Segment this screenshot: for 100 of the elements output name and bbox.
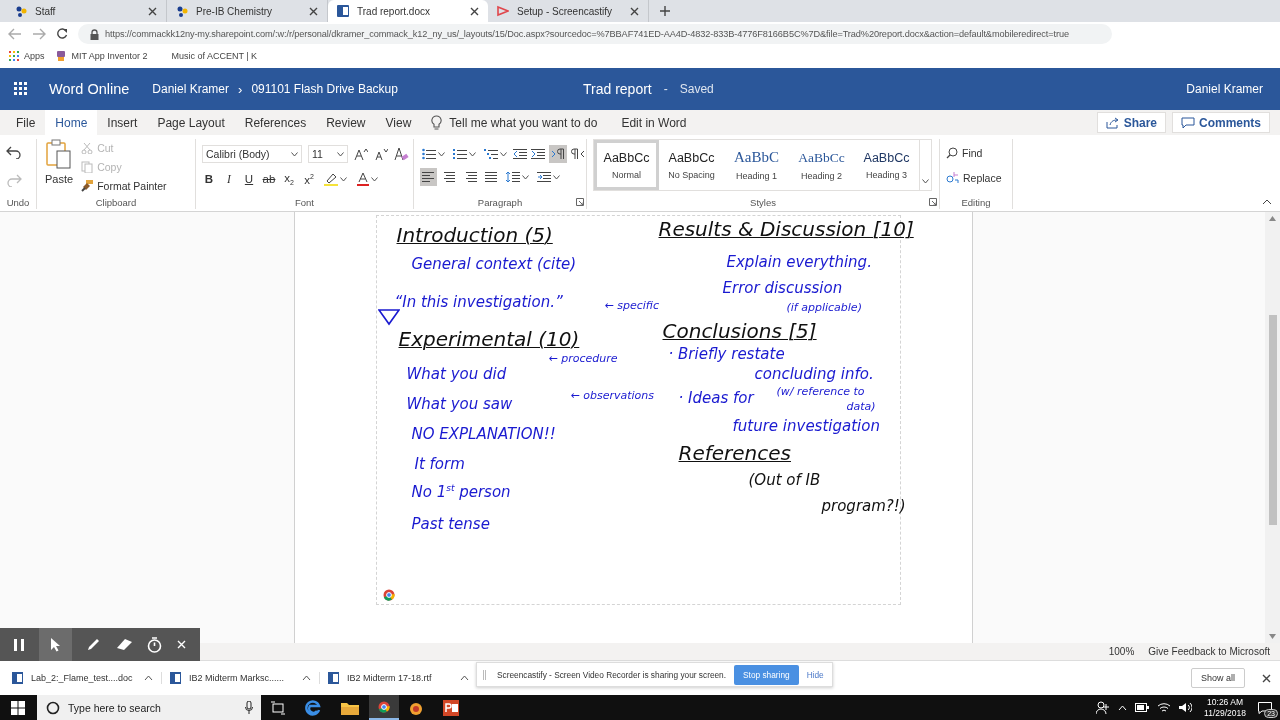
taskbar-search-field[interactable]: Type here to search: [37, 695, 261, 720]
undo-icon[interactable]: [6, 145, 22, 159]
caret-icon[interactable]: [553, 174, 560, 180]
clear-format-icon[interactable]: [394, 147, 409, 161]
ribbon-tab[interactable]: Home: [45, 110, 98, 135]
caret-icon[interactable]: [469, 151, 476, 157]
style-option[interactable]: AaBbCc No Spacing: [659, 140, 724, 190]
scroll-up-icon[interactable]: [1269, 216, 1276, 221]
close-icon[interactable]: [1261, 672, 1272, 684]
pause-icon[interactable]: [13, 637, 26, 652]
breadcrumb-link[interactable]: 091101 Flash Drive Backup: [251, 82, 398, 96]
style-option[interactable]: AaBbCc Heading 3: [854, 140, 919, 190]
pen-icon[interactable]: [86, 637, 102, 652]
font-color-button[interactable]: [355, 170, 380, 188]
windows-logo-icon[interactable]: [11, 700, 25, 715]
ribbon-tab[interactable]: Review: [316, 110, 376, 135]
caret-icon[interactable]: [922, 179, 929, 184]
italic-button[interactable]: I: [222, 171, 236, 187]
zoom-level[interactable]: 100%: [1108, 646, 1135, 657]
chrome-taskbar-button[interactable]: [369, 695, 399, 720]
edge-icon[interactable]: [305, 699, 321, 716]
dialog-launcher-icon[interactable]: [576, 198, 584, 206]
tell-me-field[interactable]: Tell me what you want to do: [421, 110, 612, 135]
battery-icon[interactable]: [1135, 703, 1150, 712]
browser-tab[interactable]: Staff: [6, 0, 167, 22]
chevron-up-icon[interactable]: [460, 675, 469, 681]
reload-icon[interactable]: [56, 28, 68, 40]
ribbon-tab[interactable]: References: [234, 110, 317, 135]
close-icon[interactable]: [469, 5, 480, 17]
share-button[interactable]: Share: [1096, 112, 1166, 133]
edit-in-word-tab[interactable]: Edit in Word: [611, 110, 697, 135]
grow-font-icon[interactable]: [354, 148, 368, 160]
align-left-button[interactable]: [420, 168, 437, 186]
shrink-font-icon[interactable]: [374, 148, 388, 160]
feedback-link[interactable]: Give Feedback to Microsoft: [1148, 646, 1270, 657]
underline-button[interactable]: U: [242, 171, 256, 187]
style-option[interactable]: AaBbCc Normal: [594, 140, 659, 190]
close-icon[interactable]: [175, 639, 187, 650]
people-icon[interactable]: [1096, 701, 1111, 714]
chevron-up-icon[interactable]: [302, 675, 311, 681]
dialog-launcher-icon[interactable]: [929, 198, 937, 206]
caret-icon[interactable]: [500, 151, 507, 157]
decrease-indent-icon[interactable]: [513, 148, 527, 160]
increase-indent-icon[interactable]: [531, 148, 545, 160]
wifi-icon[interactable]: [1157, 702, 1172, 713]
scroll-thumb[interactable]: [1268, 315, 1277, 525]
app-name[interactable]: Word Online: [49, 81, 130, 97]
caret-icon[interactable]: [291, 151, 298, 157]
subscript-button[interactable]: x$_{2}$: [282, 171, 296, 187]
style-option[interactable]: AaBbC Heading 1: [724, 140, 789, 190]
paste-button[interactable]: Paste: [43, 139, 76, 197]
caret-icon[interactable]: [438, 151, 445, 157]
close-icon[interactable]: [629, 5, 640, 17]
browser-tab[interactable]: Setup - Screencastify: [488, 0, 649, 22]
task-view-icon[interactable]: [271, 700, 285, 715]
font-size-dropdown[interactable]: 11: [308, 145, 348, 163]
eraser-icon[interactable]: [115, 638, 133, 651]
pointer-tool-button[interactable]: [39, 628, 73, 661]
app-launcher-icon[interactable]: [14, 82, 28, 96]
folder-icon[interactable]: [341, 700, 359, 715]
close-icon[interactable]: [147, 5, 158, 17]
download-item[interactable]: Lab_2:_Flame_test....doc: [12, 672, 162, 684]
caret-icon[interactable]: [340, 176, 347, 182]
show-all-button[interactable]: Show all: [1190, 668, 1245, 688]
breadcrumb-link[interactable]: Daniel Kramer: [152, 82, 230, 96]
download-item[interactable]: IB2 Midterm Marksc......: [170, 672, 320, 684]
user-name[interactable]: Daniel Kramer: [1186, 82, 1263, 96]
show-marks-button[interactable]: [549, 145, 567, 163]
browser-tab[interactable]: Trad report.docx: [328, 0, 488, 22]
volume-icon[interactable]: [1179, 702, 1193, 713]
new-tab-icon[interactable]: [659, 5, 671, 17]
style-option[interactable]: AaBbCc Heading 2: [789, 140, 854, 190]
clock[interactable]: 10:26 AM 11/29/2018: [1204, 697, 1246, 718]
scroll-down-icon[interactable]: [1269, 634, 1276, 639]
comments-button[interactable]: Comments: [1172, 112, 1270, 133]
scrollbar[interactable]: [1265, 212, 1280, 643]
superscript-button[interactable]: x$^{2}$: [302, 171, 316, 187]
replace-button[interactable]: Replace: [946, 169, 1002, 186]
caret-icon[interactable]: [371, 176, 378, 182]
find-button[interactable]: Find: [946, 144, 1002, 161]
ribbon-tab[interactable]: Page Layout: [147, 110, 235, 135]
ribbon-tab[interactable]: View: [375, 110, 422, 135]
document-title[interactable]: Trad report: [583, 81, 652, 97]
rtl-paragraph-icon[interactable]: [571, 148, 585, 160]
bookmark[interactable]: MIT App Inventor 2: [54, 50, 148, 62]
bookmark[interactable]: Apps: [9, 51, 45, 61]
hide-button[interactable]: Hide: [806, 669, 824, 680]
ribbon-tab[interactable]: Insert: [97, 110, 148, 135]
address-field[interactable]: [78, 24, 1112, 44]
strikethrough-button[interactable]: ab: [262, 171, 276, 187]
close-icon[interactable]: [308, 5, 319, 17]
caret-icon[interactable]: [337, 151, 344, 157]
collapse-ribbon-icon[interactable]: [1262, 199, 1272, 205]
bold-button[interactable]: B: [202, 171, 216, 187]
ribbon-tab[interactable]: File: [6, 110, 46, 135]
presentation-app-icon[interactable]: [443, 699, 459, 716]
timer-icon[interactable]: [146, 636, 162, 653]
font-name-dropdown[interactable]: Calibri (Body): [202, 145, 302, 163]
bookmark[interactable]: Music of ACCENT | K: [171, 51, 258, 61]
app-icon[interactable]: [409, 700, 423, 715]
